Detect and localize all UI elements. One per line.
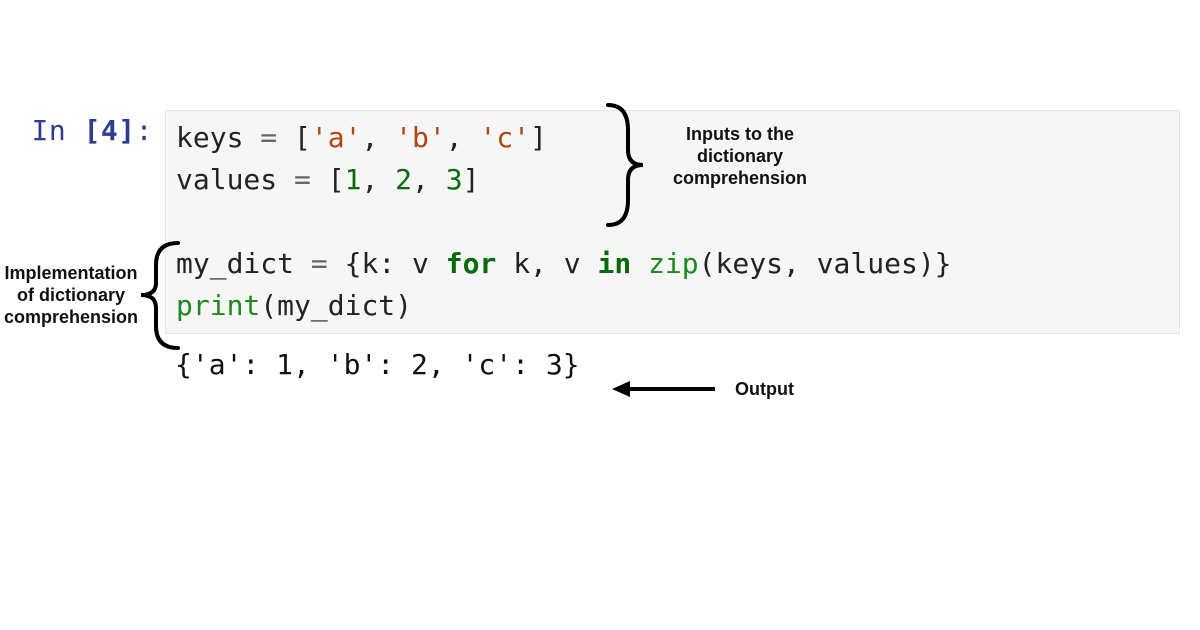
annotation-inputs: Inputs to the dictionary comprehension: [660, 123, 820, 189]
var-keys: keys: [176, 121, 243, 154]
annotation-output: Output: [735, 378, 794, 400]
arrow-left-icon: [610, 375, 720, 403]
brace-right-icon: [598, 100, 648, 230]
print-call: print: [176, 289, 260, 322]
input-prompt: In [4]:: [0, 110, 165, 152]
output-text: {'a': 1, 'b': 2, 'c': 3}: [175, 348, 580, 381]
annotation-impl: Implementation of dictionary comprehensi…: [0, 262, 146, 328]
in-label: In: [31, 114, 66, 147]
var-mydict: my_dict: [176, 247, 294, 280]
var-values: values: [176, 163, 277, 196]
in-number: [4]: [84, 114, 136, 147]
